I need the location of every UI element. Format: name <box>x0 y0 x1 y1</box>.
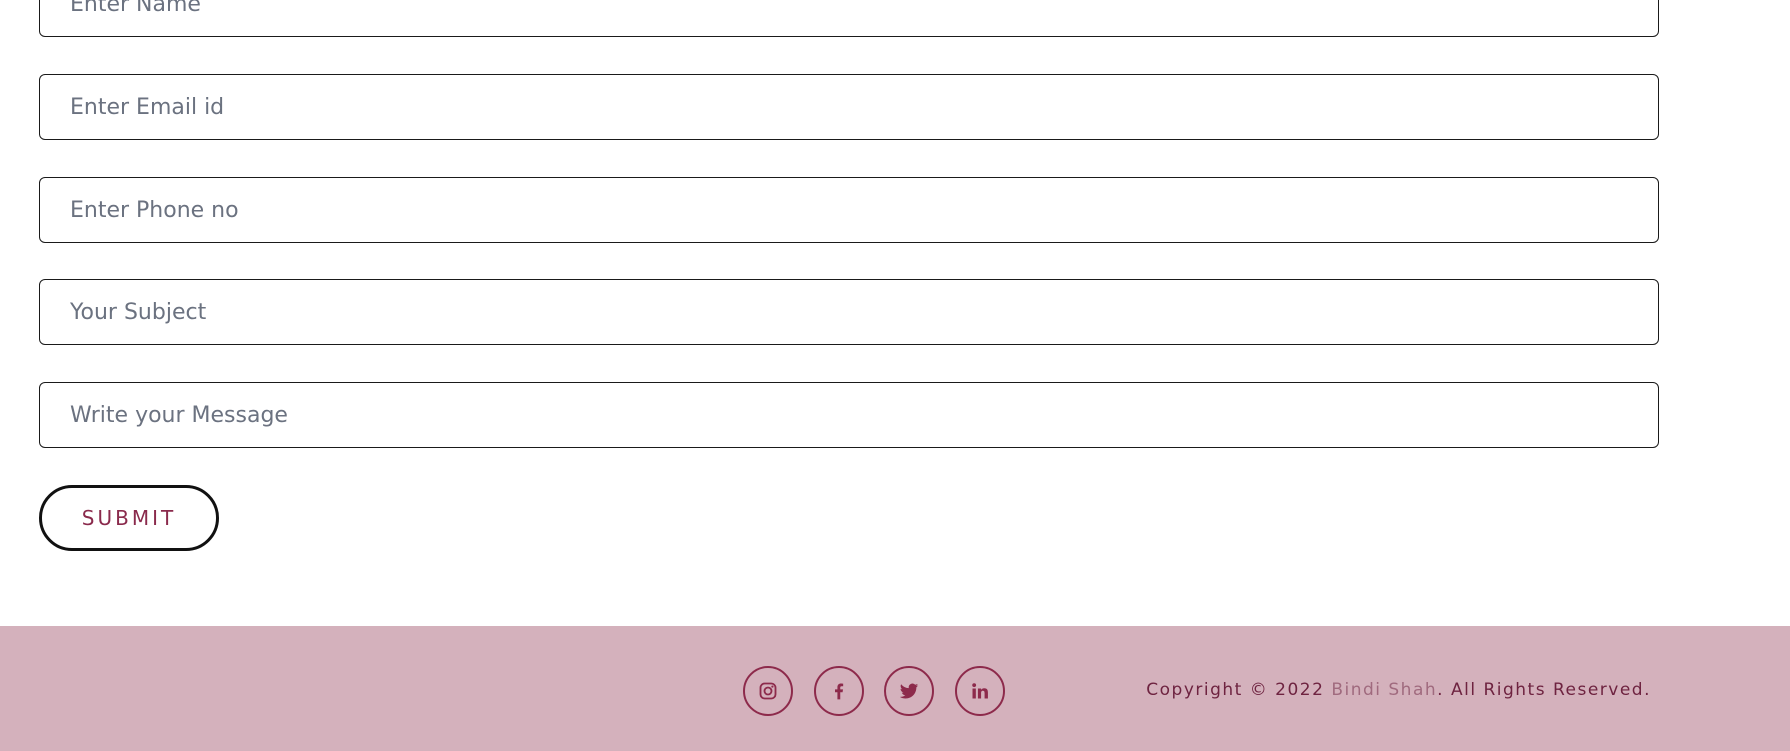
brand-link[interactable]: Bindi Shah <box>1331 680 1437 700</box>
linkedin-icon <box>972 683 988 699</box>
twitter-link[interactable] <box>884 666 934 716</box>
email-input[interactable] <box>39 74 1659 140</box>
instagram-link[interactable] <box>743 666 793 716</box>
submit-button[interactable]: SUBMIT <box>39 485 219 551</box>
footer: Copyright © 2022 Bindi Shah. All Rights … <box>0 626 1790 751</box>
twitter-icon <box>899 683 919 699</box>
facebook-link[interactable] <box>814 666 864 716</box>
copyright-text: Copyright © 2022 Bindi Shah. All Rights … <box>1146 680 1651 700</box>
linkedin-link[interactable] <box>955 666 1005 716</box>
name-input[interactable] <box>39 0 1659 37</box>
message-input[interactable] <box>39 382 1659 448</box>
copyright-suffix: . All Rights Reserved. <box>1437 680 1651 700</box>
instagram-icon <box>759 682 777 700</box>
copyright-prefix: Copyright © 2022 <box>1146 680 1332 700</box>
subject-input[interactable] <box>39 279 1659 345</box>
facebook-icon <box>835 683 844 700</box>
phone-input[interactable] <box>39 177 1659 243</box>
contact-page: SUBMIT Copyright <box>0 0 1790 751</box>
